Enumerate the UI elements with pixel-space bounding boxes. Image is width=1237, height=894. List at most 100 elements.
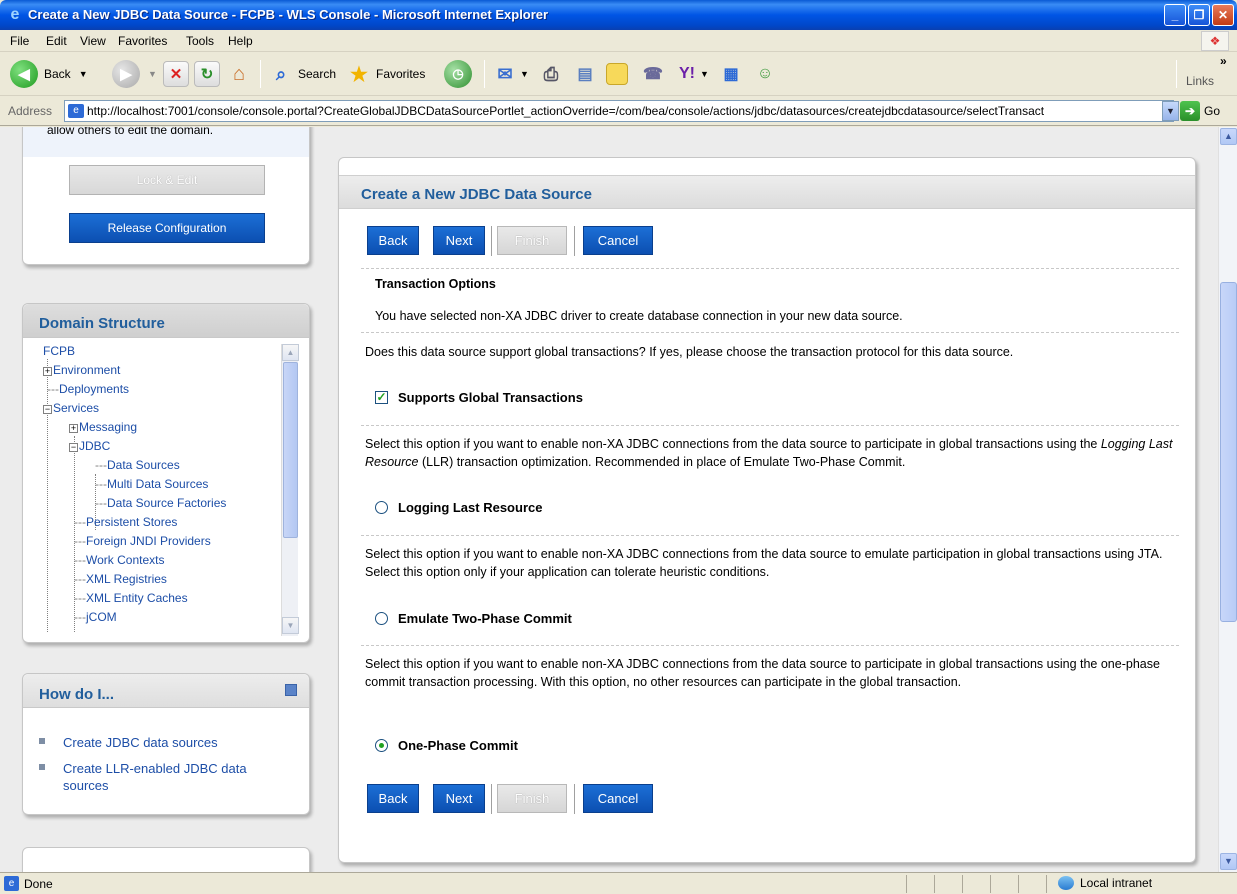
address-bar: Address e http://localhost:7001/console/… bbox=[0, 96, 1237, 126]
page-done-icon: e bbox=[4, 876, 19, 891]
address-dropdown-button[interactable]: ▼ bbox=[1162, 101, 1179, 121]
emulate-label: Emulate Two-Phase Commit bbox=[398, 611, 572, 626]
tree-node-xml-registries[interactable]: ---XML Registries bbox=[74, 572, 167, 586]
more-chevron-icon[interactable]: » bbox=[1220, 54, 1227, 68]
menu-file[interactable]: File bbox=[10, 34, 29, 48]
address-input[interactable]: e http://localhost:7001/console/console.… bbox=[64, 100, 1174, 122]
supports-global-transactions-checkbox[interactable]: ✓ bbox=[375, 391, 388, 404]
tree-collapse-icon[interactable]: − bbox=[43, 405, 52, 414]
links-label[interactable]: Links bbox=[1186, 74, 1214, 88]
logging-last-resource-option[interactable]: Logging Last Resource bbox=[375, 500, 542, 515]
scroll-up-icon[interactable]: ▲ bbox=[1220, 128, 1237, 145]
favorites-label: Favorites bbox=[376, 67, 426, 81]
maximize-button[interactable]: ❐ bbox=[1188, 4, 1210, 26]
tree-node-services[interactable]: − Services bbox=[43, 401, 99, 415]
go-button[interactable]: ➔ Go bbox=[1180, 100, 1220, 122]
scroll-down-icon[interactable]: ▼ bbox=[282, 617, 299, 634]
minimize-button[interactable]: _ bbox=[1164, 4, 1186, 26]
emulate-two-phase-commit-radio[interactable] bbox=[375, 612, 388, 625]
cancel-button-top[interactable]: Cancel bbox=[583, 226, 653, 255]
print-button[interactable]: ⎙ bbox=[538, 59, 564, 89]
one-phase-label: One-Phase Commit bbox=[398, 738, 518, 753]
tree-expand-icon[interactable]: + bbox=[69, 424, 78, 433]
back-arrow-icon: ◀ bbox=[10, 60, 38, 88]
refresh-button[interactable]: ↻ bbox=[194, 59, 220, 89]
toolbar-separator bbox=[484, 60, 485, 88]
tree-node-messaging[interactable]: + Messaging bbox=[69, 420, 137, 434]
home-button[interactable]: ⌂ bbox=[226, 59, 252, 89]
tree-node-multi-data-sources[interactable]: ---Multi Data Sources bbox=[95, 477, 208, 491]
tree-node-jdbc[interactable]: − JDBC bbox=[69, 439, 110, 453]
status-bar: e Done Local intranet bbox=[0, 872, 1237, 894]
history-icon: ◷ bbox=[444, 60, 472, 88]
release-configuration-button[interactable]: Release Configuration bbox=[69, 213, 265, 243]
tree-node-data-source-factories[interactable]: ---Data Source Factories bbox=[95, 496, 226, 510]
scroll-up-icon[interactable]: ▲ bbox=[282, 344, 299, 361]
scroll-down-icon[interactable]: ▼ bbox=[1220, 853, 1237, 870]
toolbar: ◀ Back ▼ ▶ ▼ ✕ ↻ ⌂ ⌕ Search ★ Favorites … bbox=[0, 52, 1237, 96]
lock-edit-button[interactable]: Lock & Edit bbox=[69, 165, 265, 195]
bullet-icon bbox=[39, 764, 45, 770]
intro-text: You have selected non-XA JDBC driver to … bbox=[375, 309, 903, 323]
forward-button[interactable]: ▶ ▼ bbox=[112, 59, 157, 89]
mail-button[interactable]: ✉ ▼ bbox=[492, 59, 528, 89]
tree-node-data-sources[interactable]: ---Data Sources bbox=[95, 458, 180, 472]
tree-expand-icon[interactable]: + bbox=[43, 367, 52, 376]
stop-button[interactable]: ✕ bbox=[163, 59, 189, 89]
back-button-bottom[interactable]: Back bbox=[367, 784, 419, 813]
tree-node-jcom[interactable]: ---jCOM bbox=[74, 610, 117, 624]
security-zone[interactable]: Local intranet bbox=[1058, 876, 1152, 890]
logging-last-resource-radio[interactable] bbox=[375, 501, 388, 514]
tree-collapse-icon[interactable]: − bbox=[69, 443, 78, 452]
intranet-globe-icon bbox=[1058, 876, 1074, 890]
supports-global-transactions-option[interactable]: ✓ Supports Global Transactions bbox=[375, 390, 583, 405]
one-phase-commit-option[interactable]: One-Phase Commit bbox=[375, 738, 518, 753]
emulate-description: Select this option if you want to enable… bbox=[365, 547, 1163, 579]
menu-view[interactable]: View bbox=[80, 34, 106, 48]
yahoo-button[interactable]: Y! ▼ bbox=[674, 59, 709, 89]
tree-scrollbar[interactable]: ▲ ▼ bbox=[281, 344, 299, 636]
favorites-button[interactable]: ★ Favorites bbox=[346, 59, 425, 89]
page-content: allow others to edit the domain. Lock & … bbox=[0, 127, 1218, 872]
home-icon: ⌂ bbox=[232, 62, 246, 85]
messenger-button[interactable]: ☎ bbox=[640, 59, 666, 89]
close-button[interactable]: ✕ bbox=[1212, 4, 1234, 26]
title-bar[interactable]: e Create a New JDBC Data Source - FCPB -… bbox=[0, 0, 1237, 30]
tree-scroll-thumb[interactable] bbox=[283, 362, 298, 538]
finish-button-bottom[interactable]: Finish bbox=[497, 784, 567, 813]
menu-tools[interactable]: Tools bbox=[186, 34, 214, 48]
emulate-two-phase-commit-option[interactable]: Emulate Two-Phase Commit bbox=[375, 611, 572, 626]
page-scrollbar[interactable]: ▲ ▼ bbox=[1218, 127, 1237, 872]
toolbar-separator bbox=[260, 60, 261, 88]
tree-node-deployments[interactable]: ---Deployments bbox=[47, 382, 129, 396]
cancel-button-bottom[interactable]: Cancel bbox=[583, 784, 653, 813]
tree-node-fcpb[interactable]: FCPB bbox=[43, 344, 75, 358]
history-button[interactable]: ◷ bbox=[444, 59, 472, 89]
print-icon: ⎙ bbox=[543, 63, 559, 84]
research-button[interactable]: ▦ bbox=[718, 59, 744, 89]
finish-button-top[interactable]: Finish bbox=[497, 226, 567, 255]
chevron-down-icon: ▼ bbox=[78, 69, 88, 79]
tree-node-persistent-stores[interactable]: ---Persistent Stores bbox=[74, 515, 177, 529]
next-button-top[interactable]: Next bbox=[433, 226, 485, 255]
back-button[interactable]: ◀ Back ▼ bbox=[10, 59, 88, 89]
edit-button[interactable]: ▤ bbox=[572, 59, 598, 89]
notes-button[interactable] bbox=[606, 59, 628, 89]
menu-edit[interactable]: Edit bbox=[46, 34, 67, 48]
search-button[interactable]: ⌕ Search bbox=[268, 59, 336, 89]
maximize-panel-icon[interactable] bbox=[285, 684, 297, 696]
tree-node-environment[interactable]: + Environment bbox=[43, 363, 120, 377]
back-button-top[interactable]: Back bbox=[367, 226, 419, 255]
people-button[interactable]: ☺ bbox=[752, 59, 778, 89]
page-scroll-thumb[interactable] bbox=[1220, 282, 1237, 622]
research-icon: ▦ bbox=[723, 66, 739, 83]
next-button-bottom[interactable]: Next bbox=[433, 784, 485, 813]
menu-favorites[interactable]: Favorites bbox=[118, 34, 167, 48]
tree-node-xml-entity-caches[interactable]: ---XML Entity Caches bbox=[74, 591, 188, 605]
menu-help[interactable]: Help bbox=[228, 34, 253, 48]
tree-node-foreign-jndi-providers[interactable]: ---Foreign JNDI Providers bbox=[74, 534, 211, 548]
tree-node-work-contexts[interactable]: ---Work Contexts bbox=[74, 553, 164, 567]
one-phase-commit-radio[interactable] bbox=[375, 739, 388, 752]
llr-description: Select this option if you want to enable… bbox=[365, 437, 1173, 469]
change-center-text: allow others to edit the domain. bbox=[47, 127, 214, 137]
